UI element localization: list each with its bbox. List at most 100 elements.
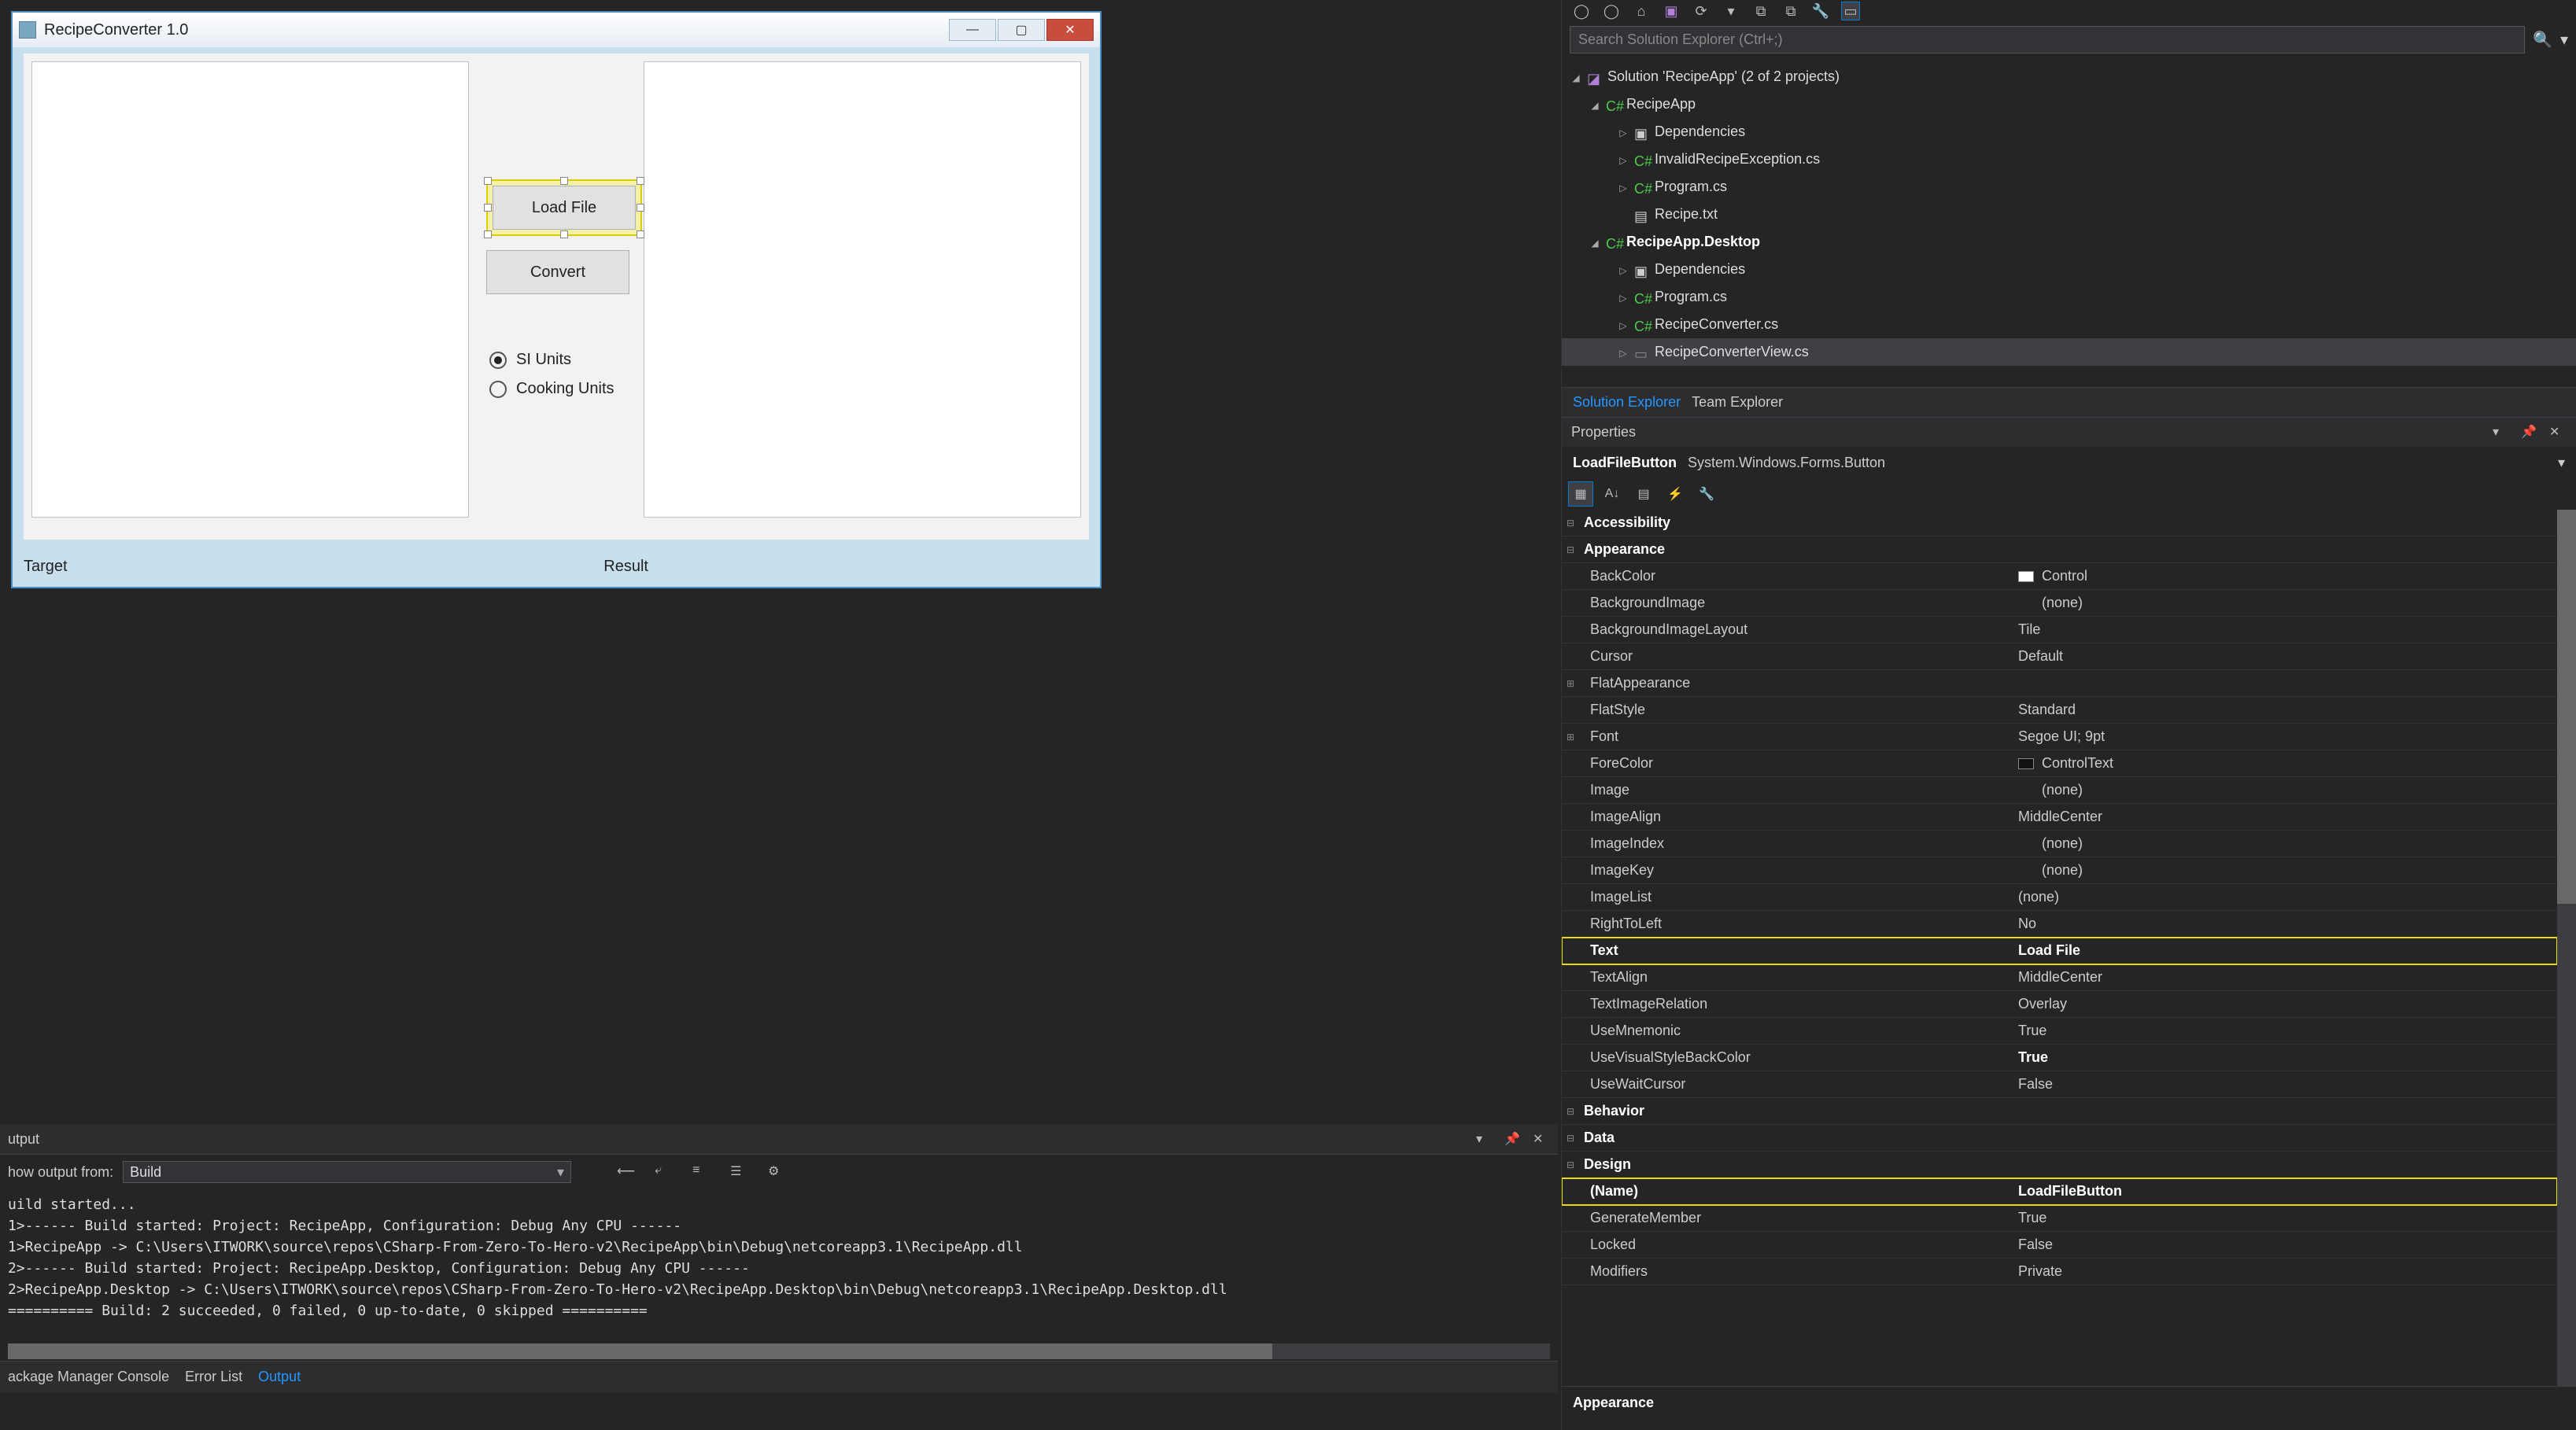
- refresh-icon[interactable]: ⟳: [1692, 2, 1710, 20]
- tree-row-dependencies[interactable]: ▣Dependencies: [1562, 118, 2576, 146]
- search-dropdown-icon[interactable]: ▾: [2560, 30, 2568, 50]
- resize-handle-ne[interactable]: [637, 177, 644, 185]
- props-icon[interactable]: ▤: [1631, 481, 1656, 507]
- solution-search-input[interactable]: Search Solution Explorer (Ctrl+;): [1570, 26, 2525, 53]
- events-icon[interactable]: ⚡: [1663, 481, 1688, 507]
- alphabetical-icon[interactable]: A↓: [1600, 481, 1625, 507]
- prop-righttoleft[interactable]: RightToLeftNo: [1562, 911, 2557, 938]
- prop-usemnemonic[interactable]: UseMnemonicTrue: [1562, 1018, 2557, 1045]
- category-design[interactable]: Design: [1562, 1152, 2557, 1178]
- back-icon[interactable]: ◯: [1573, 2, 1590, 20]
- target-textbox[interactable]: [31, 61, 469, 518]
- tree-row-project[interactable]: C#RecipeApp.Desktop: [1562, 228, 2576, 256]
- category-accessibility[interactable]: Accessibility: [1562, 510, 2557, 536]
- form-body[interactable]: Load File Convert SI Units C: [24, 53, 1089, 540]
- resize-handle-s[interactable]: [560, 230, 568, 238]
- resize-handle-w[interactable]: [484, 204, 492, 212]
- radio-cooking-units[interactable]: Cooking Units: [489, 380, 656, 398]
- prop-forecolor[interactable]: ForeColorControlText: [1562, 750, 2557, 777]
- prop-locked[interactable]: LockedFalse: [1562, 1232, 2557, 1259]
- prop-imageindex[interactable]: ImageIndex(none): [1562, 831, 2557, 857]
- dropdown-icon[interactable]: ▾: [2558, 455, 2565, 471]
- close-button[interactable]: [1046, 19, 1094, 41]
- horizontal-scrollbar[interactable]: [8, 1343, 1550, 1359]
- messages-icon[interactable]: 🔧: [1694, 481, 1719, 507]
- prop-textimagerelation[interactable]: TextImageRelationOverlay: [1562, 991, 2557, 1018]
- tree-row-file[interactable]: C#Program.cs: [1562, 283, 2576, 311]
- radio-si-units[interactable]: SI Units: [489, 351, 656, 369]
- prop-usewaitcursor[interactable]: UseWaitCursorFalse: [1562, 1071, 2557, 1098]
- property-grid[interactable]: Accessibility Appearance BackColorContro…: [1562, 510, 2576, 1386]
- chevron-right-icon[interactable]: [1617, 316, 1629, 333]
- resize-handle-nw[interactable]: [484, 177, 492, 185]
- chevron-down-icon[interactable]: [1589, 234, 1601, 250]
- sync-icon[interactable]: ▣: [1663, 2, 1680, 20]
- chevron-right-icon[interactable]: [1617, 344, 1629, 360]
- tree-row-file[interactable]: C#Program.cs: [1562, 173, 2576, 201]
- tree-row-file-selected[interactable]: ▭RecipeConverterView.cs: [1562, 338, 2576, 366]
- copy-icon[interactable]: ⧉: [1782, 2, 1799, 20]
- resize-handle-n[interactable]: [560, 177, 568, 185]
- dropdown-icon[interactable]: ▾: [1476, 1131, 1493, 1148]
- category-data[interactable]: Data: [1562, 1125, 2557, 1152]
- prop-modifiers[interactable]: ModifiersPrivate: [1562, 1259, 2557, 1285]
- dropdown-icon[interactable]: ▾: [2493, 424, 2510, 441]
- prop-flatappearance[interactable]: FlatAppearance: [1562, 670, 2557, 697]
- tree-row-file[interactable]: ▤Recipe.txt: [1562, 201, 2576, 228]
- prop-backcolor[interactable]: BackColorControl: [1562, 563, 2557, 590]
- settings-icon[interactable]: ⚙: [768, 1163, 785, 1181]
- chevron-right-icon[interactable]: [1617, 151, 1629, 168]
- resize-handle-sw[interactable]: [484, 230, 492, 238]
- prop-text-highlighted[interactable]: TextLoad File: [1562, 938, 2557, 964]
- wrap-icon[interactable]: ≡: [692, 1163, 710, 1181]
- toggle-icon[interactable]: ⤶: [655, 1163, 672, 1181]
- prop-usevisualstylebackcolor[interactable]: UseVisualStyleBackColorTrue: [1562, 1045, 2557, 1071]
- output-console[interactable]: uild started... 1>------ Build started: …: [0, 1189, 1558, 1339]
- resize-handle-e[interactable]: [637, 204, 644, 212]
- categorized-icon[interactable]: ▦: [1568, 481, 1593, 507]
- showall-icon[interactable]: ⧉: [1752, 2, 1770, 20]
- prop-name-highlighted[interactable]: (Name)LoadFileButton: [1562, 1178, 2557, 1205]
- prop-generatemember[interactable]: GenerateMemberTrue: [1562, 1205, 2557, 1232]
- preview-icon[interactable]: ▭: [1842, 2, 1859, 20]
- prop-cursor[interactable]: CursorDefault: [1562, 643, 2557, 670]
- prop-image[interactable]: Image(none): [1562, 777, 2557, 804]
- category-appearance[interactable]: Appearance: [1562, 536, 2557, 563]
- prop-font[interactable]: FontSegoe UI; 9pt: [1562, 724, 2557, 750]
- tree-row-project[interactable]: C#RecipeApp: [1562, 90, 2576, 118]
- search-icon[interactable]: 🔍: [2533, 30, 2552, 50]
- result-textbox[interactable]: [644, 61, 1081, 518]
- chevron-down-icon[interactable]: [1570, 68, 1582, 85]
- home-icon[interactable]: ⌂: [1633, 2, 1650, 20]
- pin-icon[interactable]: 📌: [1504, 1131, 1522, 1148]
- close-icon[interactable]: ✕: [2549, 424, 2567, 441]
- chevron-right-icon[interactable]: [1617, 123, 1629, 140]
- prop-imagealign[interactable]: ImageAlignMiddleCenter: [1562, 804, 2557, 831]
- tree-row-solution[interactable]: ◪Solution 'RecipeApp' (2 of 2 projects): [1562, 63, 2576, 90]
- tab-package-manager[interactable]: ackage Manager Console: [8, 1369, 169, 1385]
- prop-backgroundimage[interactable]: BackgroundImage(none): [1562, 590, 2557, 617]
- forward-icon[interactable]: ◯: [1603, 2, 1620, 20]
- resize-handle-se[interactable]: [637, 230, 644, 238]
- list-icon[interactable]: ☰: [730, 1163, 747, 1181]
- convert-button[interactable]: Convert: [486, 250, 629, 294]
- tab-team-explorer[interactable]: Team Explorer: [1692, 394, 1783, 411]
- chevron-right-icon[interactable]: [1617, 289, 1629, 305]
- load-file-button[interactable]: Load File: [493, 186, 636, 230]
- scroll-thumb[interactable]: [8, 1343, 1272, 1359]
- tab-output[interactable]: Output: [258, 1369, 301, 1385]
- collapse-icon[interactable]: ▾: [1722, 2, 1740, 20]
- solution-tree[interactable]: ◪Solution 'RecipeApp' (2 of 2 projects) …: [1562, 57, 2576, 387]
- tree-row-dependencies[interactable]: ▣Dependencies: [1562, 256, 2576, 283]
- prop-flatstyle[interactable]: FlatStyleStandard: [1562, 697, 2557, 724]
- prop-imagekey[interactable]: ImageKey(none): [1562, 857, 2557, 884]
- scroll-thumb[interactable]: [2557, 510, 2576, 904]
- prop-imagelist[interactable]: ImageList(none): [1562, 884, 2557, 911]
- prop-textalign[interactable]: TextAlignMiddleCenter: [1562, 964, 2557, 991]
- clear-icon[interactable]: ⟵: [617, 1163, 634, 1181]
- minimize-button[interactable]: [949, 19, 996, 41]
- vertical-scrollbar[interactable]: [2557, 510, 2576, 1386]
- tree-row-file[interactable]: C#InvalidRecipeException.cs: [1562, 146, 2576, 173]
- chevron-right-icon[interactable]: [1617, 261, 1629, 278]
- prop-bgimagelayout[interactable]: BackgroundImageLayoutTile: [1562, 617, 2557, 643]
